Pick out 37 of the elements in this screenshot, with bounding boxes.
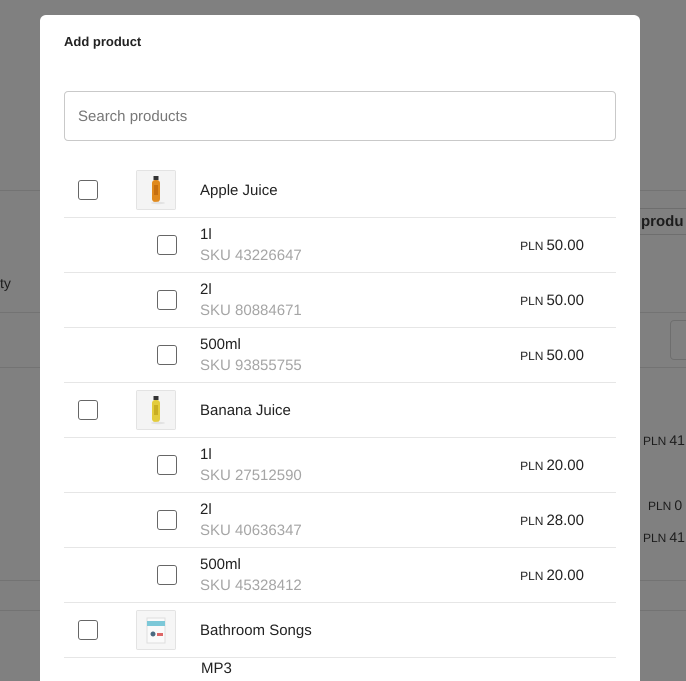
sku-text: SKU 93855755 [200, 357, 303, 374]
sku-text: SKU 80884671 [200, 302, 303, 319]
product-name: Bathroom Songs [200, 622, 312, 638]
variant-name: 1l [200, 226, 213, 243]
checkbox[interactable] [157, 345, 177, 365]
price-text: PLN 20.00 [520, 456, 584, 474]
dialog-title: Add product [64, 33, 142, 51]
variant-name: 500ml [200, 336, 242, 353]
price-text: PLN 50.00 [520, 346, 584, 364]
variant-name: 2l [200, 501, 213, 518]
amount-text: PLN 41 [643, 529, 685, 545]
sku-text: SKU 27512590 [200, 467, 303, 484]
amount-text: PLN 0 [648, 497, 682, 513]
product-name: Banana Juice [200, 402, 291, 418]
price-text: PLN 28.00 [520, 512, 584, 528]
checkbox[interactable] [157, 290, 177, 310]
checkbox[interactable] [157, 565, 177, 585]
sku-text: SKU 45328412 [200, 577, 303, 594]
price-text: PLN 20.00 [520, 566, 584, 584]
checkbox[interactable] [78, 620, 98, 640]
checkbox[interactable] [157, 455, 177, 475]
sku-text: SKU 43226647 [200, 247, 303, 264]
sku-text: SKU 40636347 [200, 522, 303, 539]
search-field[interactable]: Search products [64, 91, 616, 141]
variant-name: MP3 [201, 660, 233, 677]
checkbox[interactable] [157, 235, 177, 255]
checkbox[interactable] [78, 180, 98, 200]
variant-name: 2l [200, 281, 213, 298]
variant-name: 1l [200, 446, 213, 463]
product-name: Apple Juice [200, 182, 278, 198]
amount-text: PLN 41 [643, 432, 685, 448]
column-label: ty [0, 275, 11, 291]
checkbox[interactable] [78, 400, 98, 420]
price-text: PLN 50.00 [520, 236, 584, 254]
variant-name: 500ml [200, 556, 242, 573]
checkbox[interactable] [157, 510, 177, 530]
price-text: PLN 50.00 [520, 292, 584, 308]
